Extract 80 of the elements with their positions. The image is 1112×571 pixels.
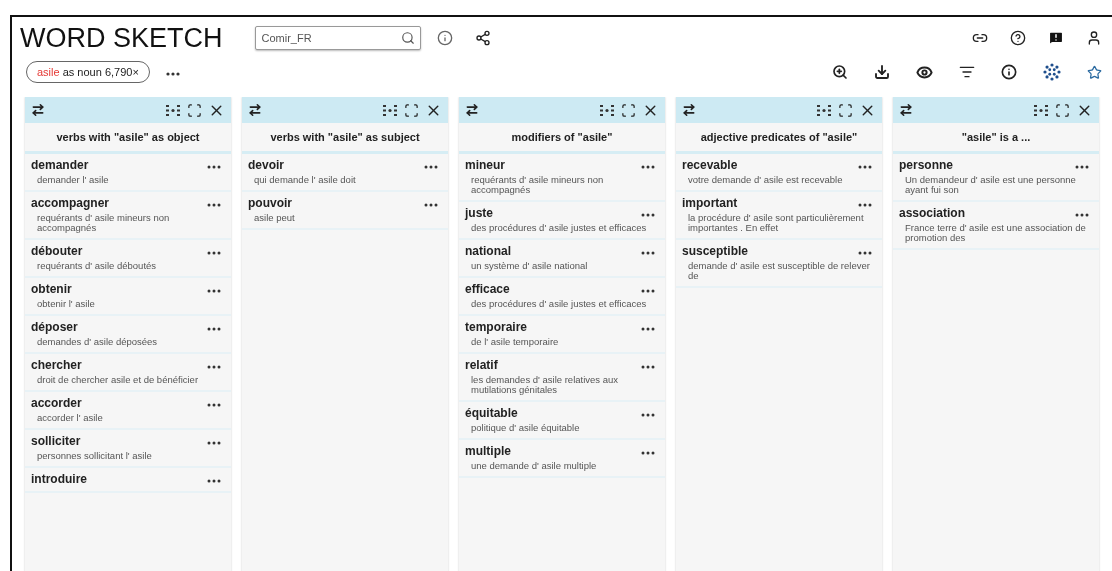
example-sentence: une demande d' asile multiple bbox=[471, 460, 598, 471]
swap-icon[interactable] bbox=[465, 103, 479, 117]
collocate-word[interactable]: devoir bbox=[248, 158, 284, 172]
swap-icon[interactable] bbox=[31, 103, 45, 117]
expand-icon[interactable] bbox=[621, 102, 636, 118]
collocate-word[interactable]: demander bbox=[31, 158, 89, 172]
example-sentence: demande d' asile est susceptible de relever de bbox=[688, 260, 871, 281]
collocate-word[interactable]: déposer bbox=[31, 319, 78, 334]
collocate-word[interactable]: national bbox=[465, 243, 511, 258]
column-title: verbs with "asile" as object bbox=[25, 123, 231, 154]
example-sentence: demander l' asile bbox=[37, 175, 110, 185]
example-sentence: de l' asile temporaire bbox=[471, 336, 560, 347]
example-sentence: des procédures d' asile justes et efficaces bbox=[471, 222, 648, 233]
collocate-word[interactable]: susceptible bbox=[682, 243, 749, 258]
query-chip[interactable]: asile as noun 6,790× bbox=[26, 61, 150, 83]
collocate-word[interactable]: accorder bbox=[31, 395, 82, 410]
example-sentence: asile peut bbox=[254, 212, 296, 223]
example-sentence: requérants d' asile mineurs non accompagnés bbox=[471, 175, 605, 195]
info-icon[interactable] bbox=[1001, 64, 1017, 80]
share-icon[interactable] bbox=[474, 30, 491, 46]
search-icon[interactable] bbox=[400, 31, 415, 45]
columns-icon[interactable] bbox=[1033, 103, 1049, 117]
collocate-word[interactable]: mineur bbox=[465, 158, 505, 172]
column-title: "asile" is a ... bbox=[893, 123, 1099, 154]
example-sentence: demandes d' asile déposées bbox=[37, 336, 159, 347]
example-sentence: droit de chercher asile et de bénéficier bbox=[37, 374, 200, 385]
collocate-word[interactable]: recevable bbox=[682, 158, 738, 172]
user-icon[interactable] bbox=[1086, 30, 1102, 46]
example-sentence: un système d' asile national bbox=[471, 260, 589, 271]
example-sentence: la procédure d' asile sont particulièrement importantes . En effet bbox=[688, 212, 865, 233]
column-title: verbs with "asile" as subject bbox=[242, 123, 448, 154]
collocate-word[interactable]: personne bbox=[899, 158, 953, 172]
collocate-word[interactable]: chercher bbox=[31, 357, 82, 372]
download-icon[interactable] bbox=[874, 64, 890, 80]
example-sentence: politique d' asile équitable bbox=[471, 422, 581, 433]
example-sentence: France terre d' asile est une association de promotion des bbox=[905, 222, 1087, 243]
expand-icon[interactable] bbox=[187, 102, 202, 118]
swap-icon[interactable] bbox=[899, 103, 913, 117]
collocate-word[interactable]: introduire bbox=[31, 471, 87, 486]
help-icon[interactable] bbox=[1010, 30, 1026, 46]
example-sentence: obtenir l' asile bbox=[37, 298, 96, 309]
columns-icon[interactable] bbox=[165, 103, 181, 117]
example-sentence: les demandes d' asile relatives aux mutilations génitales bbox=[471, 374, 620, 395]
columns-icon[interactable] bbox=[382, 103, 398, 117]
collocate-word[interactable]: juste bbox=[465, 205, 493, 220]
collocate-word[interactable]: pouvoir bbox=[248, 195, 292, 210]
example-sentence: Un demandeur d' asile est une personne ayant fui son bbox=[905, 175, 1077, 195]
star-icon[interactable] bbox=[1087, 64, 1102, 80]
collocate-word[interactable]: équitable bbox=[465, 405, 518, 420]
expand-icon[interactable] bbox=[838, 102, 853, 118]
example-sentence: votre demande d' asile est recevable bbox=[688, 175, 844, 185]
corpus-field[interactable]: Comir_FR bbox=[254, 26, 421, 50]
column-title: adjective predicates of "asile" bbox=[676, 123, 882, 154]
column-title: modifiers of "asile" bbox=[459, 123, 665, 154]
collocate-word[interactable]: temporaire bbox=[465, 319, 528, 334]
app-title: WORD SKETCH bbox=[20, 22, 223, 54]
collocate-word[interactable]: relatif bbox=[465, 357, 498, 372]
collocate-word[interactable]: débouter bbox=[31, 243, 83, 258]
example-sentence: requérants d' asile mineurs non accompagnés bbox=[37, 212, 171, 233]
collocate-word[interactable]: accompagner bbox=[31, 195, 110, 210]
feedback-icon[interactable] bbox=[1048, 30, 1064, 46]
expand-icon[interactable] bbox=[1055, 102, 1070, 118]
collocate-word[interactable]: multiple bbox=[465, 443, 511, 458]
example-sentence: personnes sollicitant l' asile bbox=[37, 450, 153, 461]
example-sentence: requérants d' asile déboutés bbox=[37, 260, 158, 271]
filter-icon[interactable] bbox=[959, 64, 975, 80]
columns-icon[interactable] bbox=[599, 103, 615, 117]
example-sentence: qui demande l' asile doit bbox=[254, 175, 357, 185]
collocate-word[interactable]: obtenir bbox=[31, 281, 72, 296]
example-sentence: accorder l' asile bbox=[37, 412, 104, 423]
collocate-word[interactable]: important bbox=[682, 195, 738, 210]
columns-icon[interactable] bbox=[816, 103, 832, 117]
collocate-word[interactable]: association bbox=[899, 205, 966, 220]
expand-icon[interactable] bbox=[404, 102, 419, 118]
collocate-word[interactable]: efficace bbox=[465, 281, 510, 296]
swap-icon[interactable] bbox=[682, 103, 696, 117]
example-sentence: des procédures d' asile justes et efficaces bbox=[471, 298, 648, 309]
collocate-word[interactable]: solliciter bbox=[31, 433, 81, 448]
swap-icon[interactable] bbox=[248, 103, 262, 117]
zoom-icon[interactable] bbox=[832, 64, 848, 80]
